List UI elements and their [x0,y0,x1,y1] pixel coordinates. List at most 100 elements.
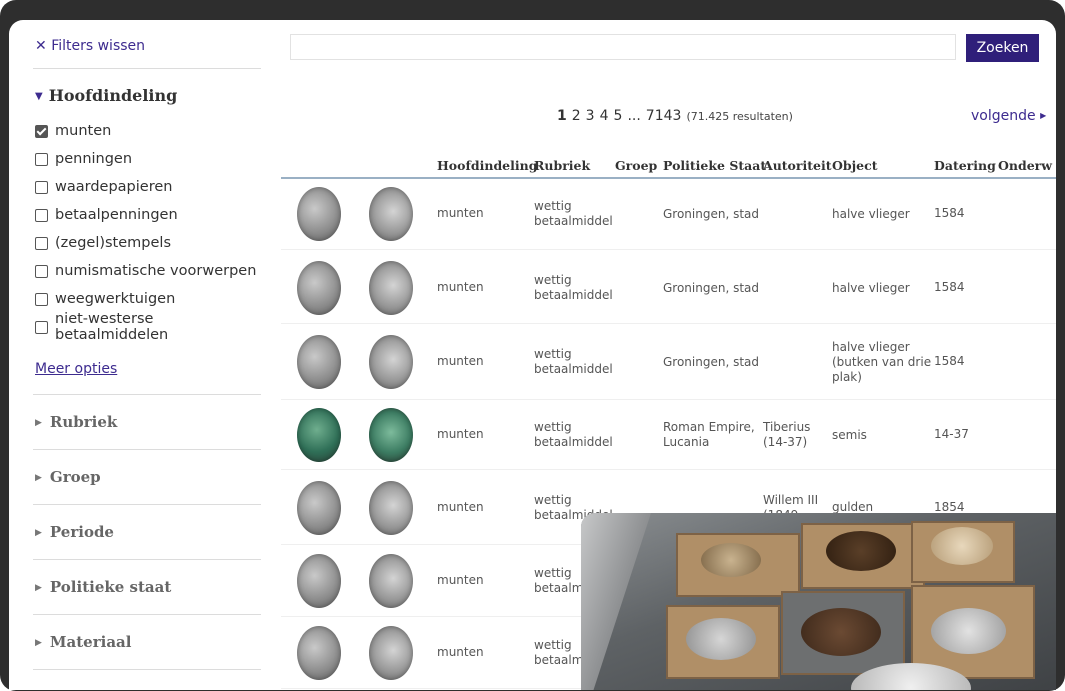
cell-hoofdindeling: munten [437,645,484,659]
cell-rubriek-line: wettig [534,347,572,361]
page-link-current[interactable]: 1 [557,108,567,124]
column-header[interactable]: Hoofdindeling [437,158,537,173]
column-header[interactable]: Autoriteit [763,158,831,173]
more-options-link[interactable]: Meer opties [35,361,117,377]
coin-reverse-image[interactable] [369,261,413,315]
coin-reverse-image[interactable] [369,480,413,535]
coin-reverse-image[interactable] [369,626,413,680]
coin-obverse-image[interactable] [297,187,341,241]
checkbox[interactable] [35,292,48,306]
column-header[interactable]: Datering [934,158,996,173]
facet-title: Groep [49,468,101,486]
facet-option[interactable]: weegwerktuigen [35,289,175,309]
next-label: volgende [971,108,1036,124]
checkbox[interactable] [35,236,48,250]
facet-materiaal[interactable]: ▶ Materiaal [35,633,131,651]
table-row[interactable]: munten wettig betaalmiddel Groningen, stad h… [281,178,1056,250]
facet-option-label: (zegel)stempels [55,235,171,251]
screen: ✕ Filters wissen ▼ Hoofdindeling munten pe… [9,20,1056,690]
next-page-link[interactable]: volgende ▶ [971,108,1046,124]
table-row[interactable]: munten wettig betaalmiddel Groningen, stad h… [281,324,1056,400]
cell-rubriek-line: betaalm [534,581,584,595]
cell-datering: 14-37 [934,427,969,441]
cell-rubriek: wettig betaalmiddel [534,420,613,450]
facet-periode[interactable]: ▶ Periode [35,523,114,541]
cell-staat: Groningen, stad [663,207,759,222]
facet-rubriek[interactable]: ▶ Rubriek [35,413,117,431]
coin-obverse-image[interactable] [297,335,341,389]
cell-object: semis [832,428,867,443]
page-link-last[interactable]: 7143 [646,108,682,124]
cell-object: halve vlieger (butken van drie plak) [832,340,931,385]
coin-obverse-image[interactable] [297,480,341,535]
cell-object-line: halve vlieger [832,206,910,221]
coin-image [826,531,896,571]
checkbox[interactable] [35,320,48,334]
cell-rubriek-line: betaalm [534,653,584,667]
checkbox[interactable] [35,264,48,278]
table-row[interactable]: munten wettig betaalmiddel Groningen, stad h… [281,252,1056,324]
page-link[interactable]: 5 [614,108,623,124]
facet-groep[interactable]: ▶ Groep [35,468,101,486]
clear-filters-link[interactable]: ✕ Filters wissen [35,38,145,54]
pagination-ellipsis: ... [627,108,641,124]
facet-option-label: weegwerktuigen [55,291,176,307]
coin-reverse-image[interactable] [369,554,413,608]
facet-politieke-staat[interactable]: ▶ Politieke staat [35,578,171,596]
coin-obverse-image[interactable] [297,408,341,462]
checkbox[interactable] [35,180,48,194]
cell-autoriteit-line: (14-37) [763,435,808,449]
cell-staat-line: Roman Empire, [663,420,755,434]
column-header[interactable]: Onderw [998,158,1052,173]
cell-object-line: plak) [832,369,862,384]
facet-option-label: penningen [55,151,133,167]
divider [33,504,261,505]
search-input[interactable] [290,34,956,60]
coin-obverse-image[interactable] [297,554,341,608]
filter-sidebar: ✕ Filters wissen ▼ Hoofdindeling munten pe… [9,20,271,690]
coin-obverse-image[interactable] [297,261,341,315]
cell-rubriek: wettig betaalmiddel [534,347,613,377]
coin-obverse-image[interactable] [297,626,341,680]
cell-staat-line: Groningen, stad [663,280,760,295]
cell-datering: 1584 [934,354,965,368]
divider [33,449,261,450]
cell-hoofdindeling: munten [437,280,484,294]
facet-option[interactable]: numismatische voorwerpen [35,261,256,281]
facet-option[interactable]: (zegel)stempels [35,233,171,253]
search-button[interactable]: Zoeken [966,34,1039,62]
drawer-edge [581,513,651,690]
coin-image [931,608,1006,654]
caret-down-icon: ▼ [35,91,43,102]
facet-option-label: betaalpenningen [55,207,178,223]
facet-option[interactable]: betaalpenningen [35,205,178,225]
column-header[interactable]: Object [832,158,878,173]
cell-rubriek: wettig betaalmiddel [534,199,613,229]
facet-option[interactable]: waardepapieren [35,177,172,197]
column-header[interactable]: Groep [615,158,657,173]
cell-staat: Groningen, stad [663,355,759,370]
checkbox-checked[interactable] [35,124,48,138]
facet-option[interactable]: niet-westerse betaalmiddelen [35,311,271,343]
column-header[interactable]: Rubriek [534,158,590,173]
page-link[interactable]: 4 [600,108,609,124]
coin-reverse-image[interactable] [369,187,413,241]
cell-hoofdindeling: munten [437,427,484,441]
checkbox[interactable] [35,152,48,166]
table-row[interactable]: munten wettig betaalmiddel Roman Empire, Luc… [281,400,1056,470]
facet-hoofdindeling[interactable]: ▼ Hoofdindeling [35,86,177,105]
coin-reverse-image[interactable] [369,408,413,462]
cell-rubriek: wettig betaalmiddel [534,273,613,303]
cell-hoofdindeling: munten [437,206,484,220]
facet-option[interactable]: munten [35,121,111,141]
facet-option[interactable]: penningen [35,149,132,169]
checkbox[interactable] [35,208,48,222]
page-link[interactable]: 3 [586,108,595,124]
cell-hoofdindeling: munten [437,499,484,514]
column-header[interactable]: Politieke Staat [663,158,766,173]
cell-rubriek-line: betaalmiddel [534,435,613,449]
coin-reverse-image[interactable] [369,335,413,389]
page-link[interactable]: 2 [572,108,581,124]
cell-object-line: (butken van drie [832,354,932,369]
facet-option-label: numismatische voorwerpen [55,263,257,279]
